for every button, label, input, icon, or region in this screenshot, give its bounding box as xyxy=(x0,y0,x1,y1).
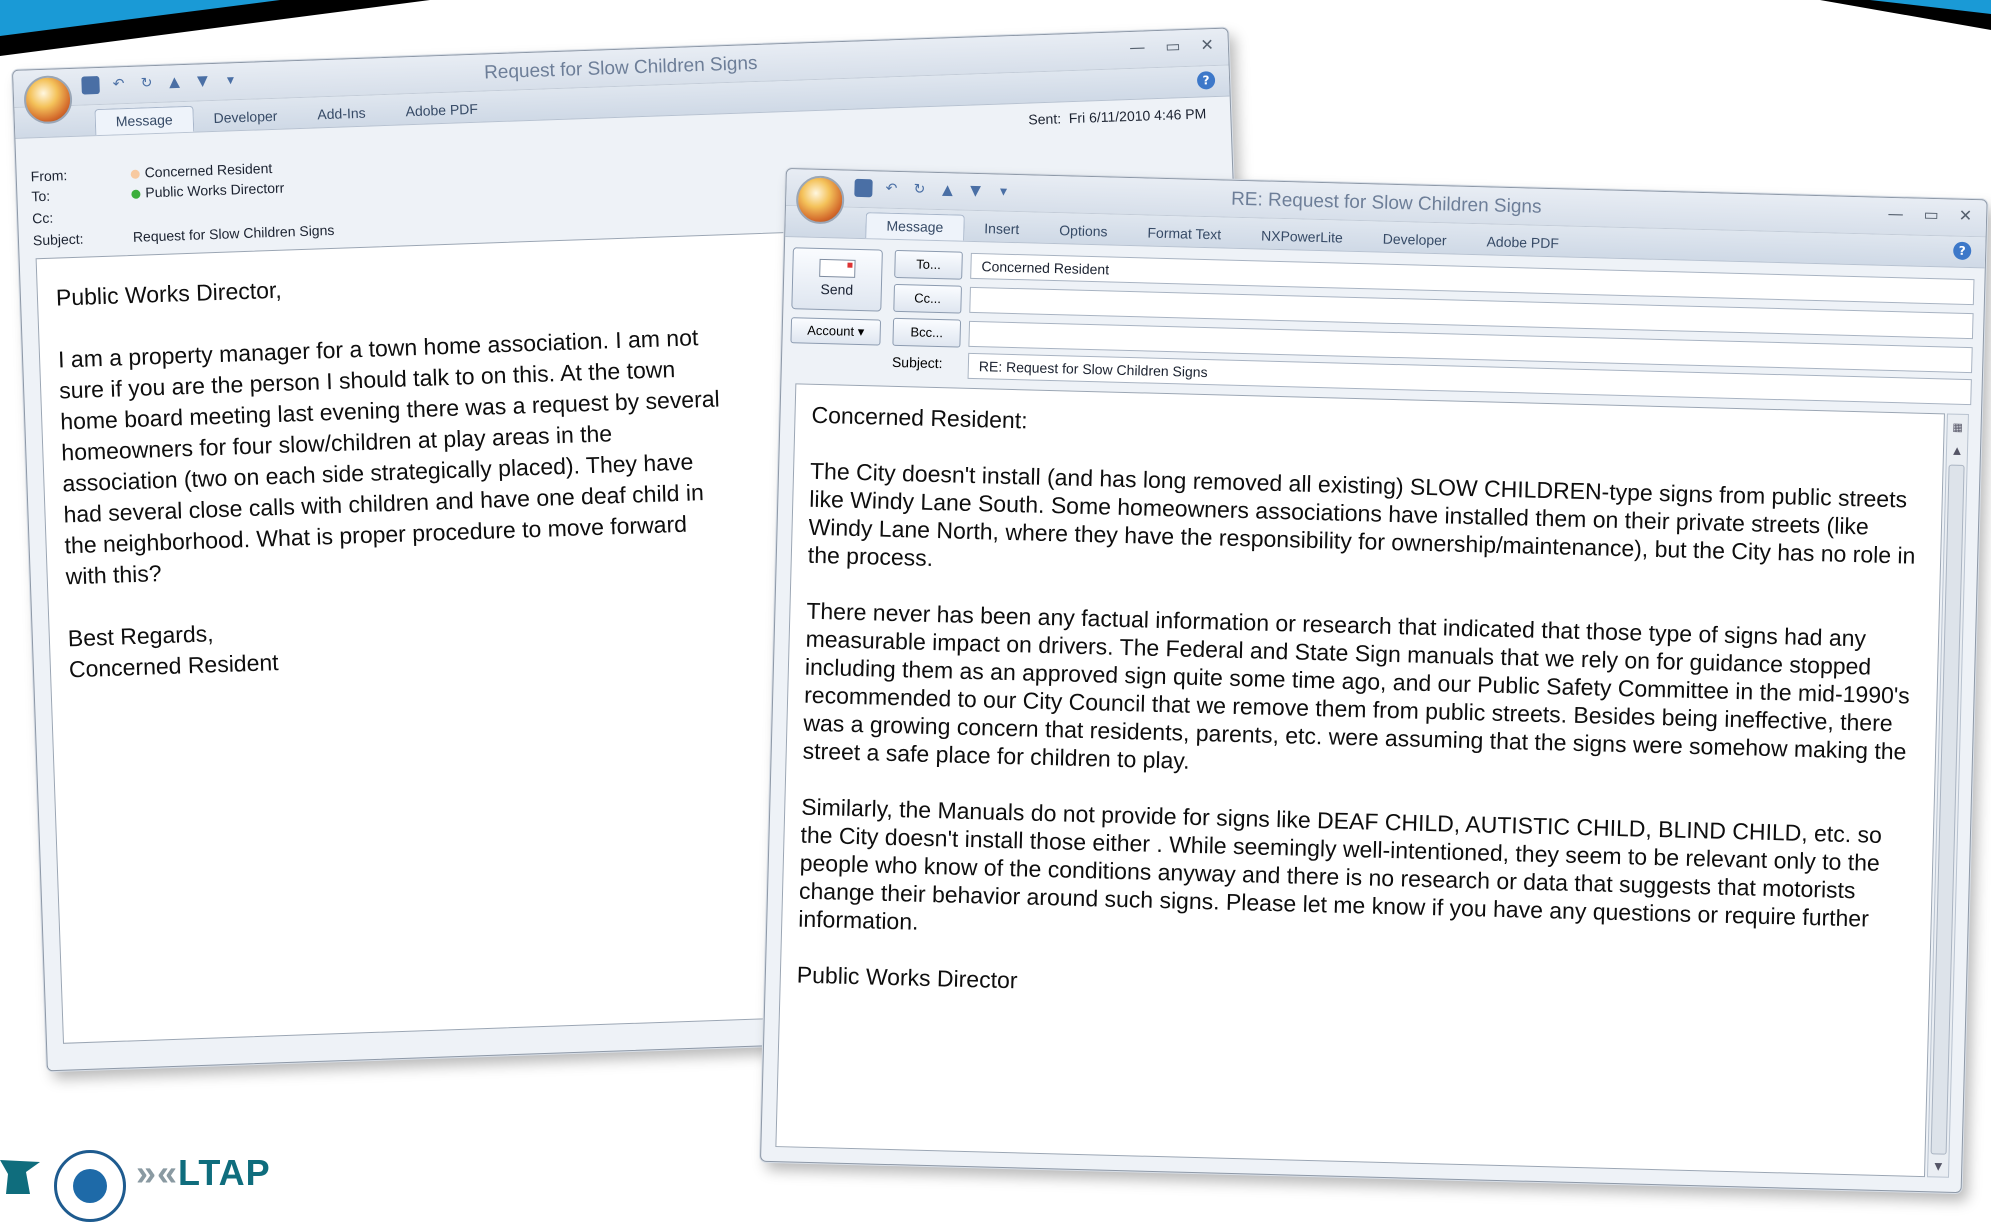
state-seal-logo xyxy=(54,1150,126,1222)
minimize-icon[interactable]: — xyxy=(1129,37,1146,57)
minimize-icon[interactable]: — xyxy=(1887,204,1903,223)
sent-label: Sent: xyxy=(1028,110,1062,128)
minnesota-shape-icon xyxy=(0,1160,40,1194)
tab-message[interactable]: Message xyxy=(94,105,195,136)
maximize-icon[interactable]: ▭ xyxy=(1165,36,1181,56)
reply-paragraph-2: There never has been any factual informa… xyxy=(802,597,1911,774)
presence-icon xyxy=(130,169,140,179)
to-row: To: Public Works Directorr xyxy=(31,180,284,205)
tab-developer[interactable]: Developer xyxy=(1362,226,1466,254)
scroll-up-icon[interactable]: ▲ xyxy=(1947,442,1967,461)
from-value[interactable]: Concerned Resident xyxy=(144,160,272,180)
cc-row: Cc: xyxy=(31,207,132,227)
help-icon[interactable]: ? xyxy=(1196,71,1216,90)
tab-adobe-pdf[interactable]: Adobe PDF xyxy=(385,96,498,125)
reply-paragraph-3: Similarly, the Manuals do not provide fo… xyxy=(798,793,1883,935)
subject-label: Subject: xyxy=(32,230,84,249)
body-paragraph: I am a property manager for a town home … xyxy=(57,324,721,590)
reply-paragraph-1: The City doesn't install (and has long r… xyxy=(807,457,1916,571)
tab-message[interactable]: Message xyxy=(865,212,965,241)
scroll-down-icon[interactable]: ▼ xyxy=(1928,1158,1948,1177)
reply-body[interactable]: Concerned Resident: The City doesn't ins… xyxy=(775,383,1945,1178)
account-button[interactable]: Account ▾ xyxy=(790,317,882,346)
subject-value: Request for Slow Children Signs xyxy=(132,221,335,245)
tab-insert[interactable]: Insert xyxy=(964,216,1040,243)
send-button[interactable]: Send xyxy=(791,247,883,312)
seal-emblem-icon xyxy=(73,1169,107,1203)
subject-row: Subject: Request for Slow Children Signs xyxy=(33,222,335,249)
ruler-icon[interactable]: ▦ xyxy=(1947,418,1967,437)
sent-info: Sent: Fri 6/11/2010 4:46 PM xyxy=(1028,105,1206,127)
tab-format-text[interactable]: Format Text xyxy=(1127,220,1241,248)
ltap-text: LTAP xyxy=(178,1152,271,1193)
send-envelope-icon xyxy=(819,258,856,278)
cc-button[interactable]: Cc... xyxy=(893,283,962,314)
account-label: Account xyxy=(806,322,855,339)
tab-add-ins[interactable]: Add-Ins xyxy=(297,100,386,128)
reply-signature: Public Works Director xyxy=(796,961,1018,994)
sent-value: Fri 6/11/2010 4:46 PM xyxy=(1068,105,1207,127)
close-icon[interactable]: ✕ xyxy=(1200,35,1214,54)
bcc-button[interactable]: Bcc... xyxy=(892,317,962,348)
reply-email-window: ↶ ↻ ▲ ▼ ▾ RE: Request for Slow Children … xyxy=(759,168,1988,1194)
to-label: To: xyxy=(31,187,51,205)
chevron-down-icon: ▾ xyxy=(857,323,865,340)
reply-greeting: Concerned Resident: xyxy=(811,401,1028,434)
tab-developer[interactable]: Developer xyxy=(193,103,298,132)
to-value[interactable]: Public Works Directorr xyxy=(145,180,284,201)
ltap-logo: »«LTAP xyxy=(136,1152,271,1194)
ltap-chevrons: »« xyxy=(136,1152,179,1193)
footer-logos: »«LTAP xyxy=(0,1148,320,1222)
help-icon[interactable]: ? xyxy=(1953,241,1972,261)
close-icon[interactable]: ✕ xyxy=(1959,206,1973,225)
window1-controls: — ▭ ✕ xyxy=(1129,35,1214,57)
subject-label: Subject: xyxy=(891,353,943,372)
tab-adobe-pdf[interactable]: Adobe PDF xyxy=(1466,229,1579,257)
maximize-icon[interactable]: ▭ xyxy=(1923,205,1939,224)
presence-icon xyxy=(131,189,141,199)
compose-header: Send Account ▾ To... Cc... Bcc... Concer… xyxy=(782,237,1985,408)
from-label: From: xyxy=(30,167,68,185)
send-label: Send xyxy=(820,280,854,298)
window2-controls: — ▭ ✕ xyxy=(1887,204,1972,225)
tab-options[interactable]: Options xyxy=(1039,218,1128,245)
to-button[interactable]: To... xyxy=(894,249,963,280)
cc-label: Cc: xyxy=(31,209,54,227)
tab-nxpowerlite[interactable]: NXPowerLite xyxy=(1241,223,1363,251)
